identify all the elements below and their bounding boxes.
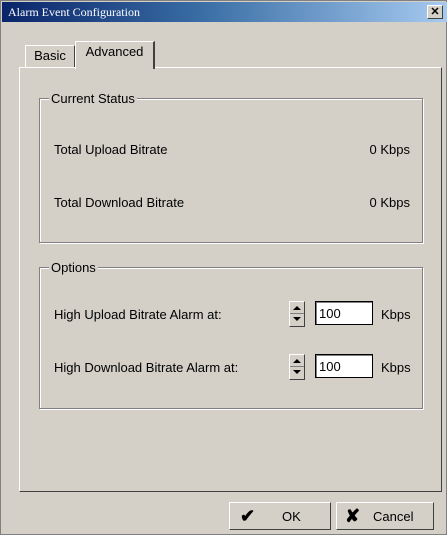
cancel-button[interactable]: ✘ Cancel <box>336 502 434 530</box>
spin-divider <box>290 313 304 314</box>
close-icon: ✕ <box>430 6 440 18</box>
upload-alarm-spinner[interactable] <box>289 301 305 327</box>
total-download-bitrate-value: 0 Kbps <box>369 195 410 210</box>
spin-down-icon[interactable] <box>293 370 301 374</box>
high-upload-alarm-label: High Upload Bitrate Alarm at: <box>54 307 222 322</box>
tab-basic[interactable]: Basic <box>25 45 75 67</box>
high-download-alarm-label: High Download Bitrate Alarm at: <box>54 360 239 375</box>
window-title: Alarm Event Configuration <box>8 5 140 19</box>
current-status-group <box>39 98 423 243</box>
options-group <box>39 267 423 409</box>
total-upload-bitrate-value: 0 Kbps <box>369 142 410 157</box>
options-group-label: Options <box>49 260 98 275</box>
close-button[interactable]: ✕ <box>427 5 443 19</box>
total-download-bitrate-label: Total Download Bitrate <box>54 195 185 210</box>
ok-button-label: OK <box>282 509 301 524</box>
spin-up-icon[interactable] <box>293 359 301 363</box>
checkmark-icon: ✔ <box>240 506 256 526</box>
tab-advanced[interactable]: Advanced <box>75 41 155 69</box>
download-alarm-unit: Kbps <box>381 360 411 375</box>
spin-down-icon[interactable] <box>293 317 301 321</box>
upload-alarm-unit: Kbps <box>381 307 411 322</box>
spin-up-icon[interactable] <box>293 306 301 310</box>
upload-alarm-input[interactable] <box>315 301 373 325</box>
x-icon: ✘ <box>345 506 361 526</box>
current-status-group-label: Current Status <box>49 91 137 106</box>
ok-button[interactable]: ✔ OK <box>229 502 331 530</box>
title-bar[interactable]: Alarm Event Configuration ✕ <box>2 2 447 22</box>
cancel-button-label: Cancel <box>373 509 414 524</box>
spin-divider <box>290 366 304 367</box>
alarm-event-config-window: Alarm Event Configuration ✕ Basic Advanc… <box>0 0 447 535</box>
download-alarm-spinner[interactable] <box>289 354 305 380</box>
download-alarm-input[interactable] <box>315 354 373 378</box>
total-upload-bitrate-label: Total Upload Bitrate <box>54 142 168 157</box>
